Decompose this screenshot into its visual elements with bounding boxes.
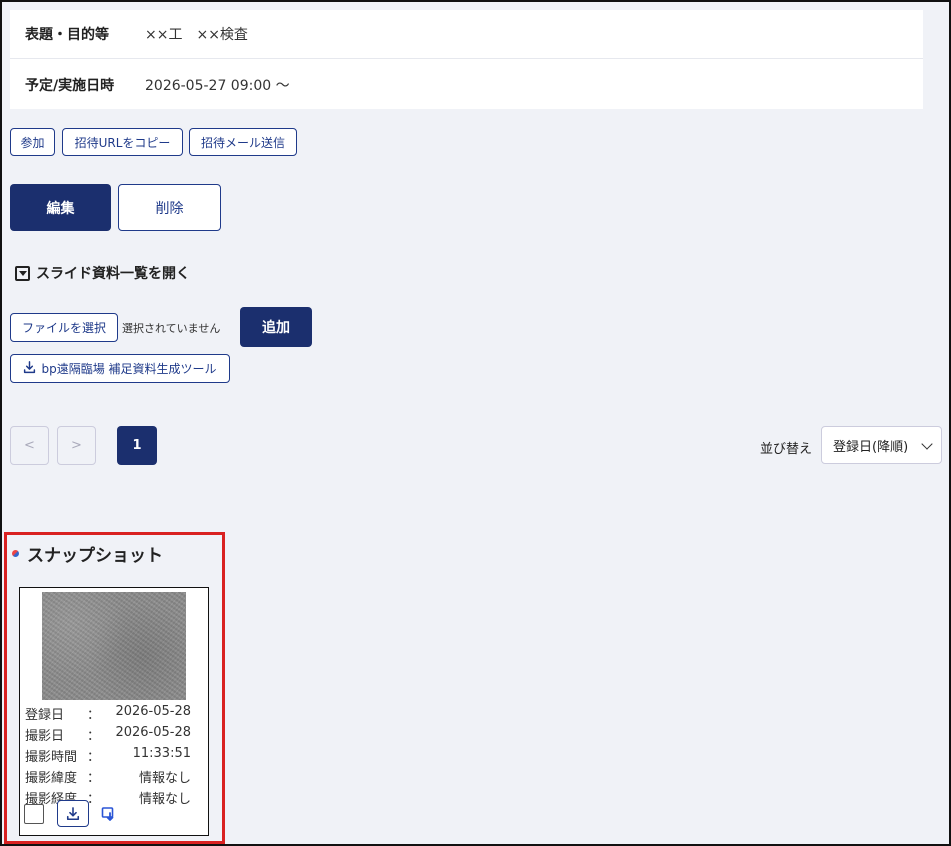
file-status-text: 選択されていません xyxy=(122,322,221,335)
meta-value: 2026-05-28 xyxy=(115,704,191,719)
meta-label: 登録日 xyxy=(25,708,65,723)
info-row-title: 表題・目的等 ××工 ××検査 xyxy=(10,10,923,59)
meta-label: 撮影緯度 xyxy=(25,771,78,786)
meta-row-shot-time: 撮影時間 ： 11:33:51 xyxy=(25,744,191,765)
meta-row-shot-date: 撮影日 ： 2026-05-28 xyxy=(25,723,191,744)
meeting-info-table: 表題・目的等 ××工 ××検査 予定/実施日時 2026-05-27 09:00… xyxy=(10,10,923,109)
pagination-next-button[interactable]: > xyxy=(57,426,96,465)
snapshot-card: 登録日 ： 2026-05-28 撮影日 ： 2026-05-28 撮影時間 ：… xyxy=(19,587,209,836)
meta-value: 11:33:51 xyxy=(132,746,191,761)
meta-value: 2026-05-28 xyxy=(115,725,191,740)
info-row-datetime: 予定/実施日時 2026-05-27 09:00 〜 xyxy=(10,60,923,109)
meta-label: 撮影日 xyxy=(25,729,65,744)
snapshot-download-button[interactable] xyxy=(57,800,89,827)
delete-button[interactable]: 削除 xyxy=(118,184,221,231)
pagination-prev-button[interactable]: < xyxy=(10,426,49,465)
snapshot-select-checkbox[interactable] xyxy=(24,804,44,824)
meta-colon: ： xyxy=(87,750,101,765)
snapshot-section-title: スナップショット xyxy=(12,541,163,566)
slide-list-toggle-label: スライド資料一覧を開く xyxy=(36,266,190,282)
copy-invite-url-button[interactable]: 招待URLをコピー xyxy=(62,128,183,156)
sort-selected-value: 登録日(降順) xyxy=(833,439,909,455)
meta-row-latitude: 撮影緯度 ： 情報なし xyxy=(25,765,191,786)
slide-list-toggle[interactable]: スライド資料一覧を開く xyxy=(15,262,190,284)
meta-colon: ： xyxy=(87,708,101,723)
meta-colon: ： xyxy=(87,729,101,744)
title-label: 表題・目的等 xyxy=(25,27,109,43)
meta-colon: ： xyxy=(87,771,101,786)
open-in-slide-icon[interactable] xyxy=(100,805,118,823)
download-tool-button[interactable]: bp遠隔臨場 補足資料生成ツール xyxy=(10,354,230,383)
meta-row-registered: 登録日 ： 2026-05-28 xyxy=(25,702,191,723)
datetime-value: 2026-05-27 09:00 〜 xyxy=(145,77,290,94)
edit-button[interactable]: 編集 xyxy=(10,184,111,231)
download-tool-label: bp遠隔臨場 補足資料生成ツール xyxy=(41,362,217,376)
download-icon xyxy=(23,360,36,377)
meta-value: 情報なし xyxy=(138,771,191,786)
title-value: ××工 ××検査 xyxy=(145,27,248,43)
join-button[interactable]: 参加 xyxy=(10,128,55,156)
snapshot-thumbnail[interactable] xyxy=(42,592,186,700)
meta-value: 情報なし xyxy=(138,792,191,807)
snapshot-title-text: スナップショット xyxy=(27,546,163,566)
pagination-page-1[interactable]: 1 xyxy=(117,426,157,465)
choose-file-button[interactable]: ファイルを選択 xyxy=(10,313,118,342)
meta-label: 撮影時間 xyxy=(25,750,78,765)
datetime-label: 予定/実施日時 xyxy=(25,77,115,94)
sort-select[interactable]: 登録日(降順) xyxy=(821,426,942,464)
section-bullet-icon xyxy=(12,550,19,557)
chevron-down-icon xyxy=(921,438,933,450)
download-icon xyxy=(66,806,80,820)
snapshot-section: スナップショット 登録日 ： 2026-05-28 撮影日 ： 2026-05-… xyxy=(4,532,225,844)
meta-row-longitude: 撮影経度 ： 情報なし xyxy=(25,786,191,807)
send-invite-mail-button[interactable]: 招待メール送信 xyxy=(189,128,297,156)
add-button[interactable]: 追加 xyxy=(240,307,312,347)
sort-label: 並び替え xyxy=(760,442,813,457)
caret-down-icon xyxy=(15,265,30,281)
